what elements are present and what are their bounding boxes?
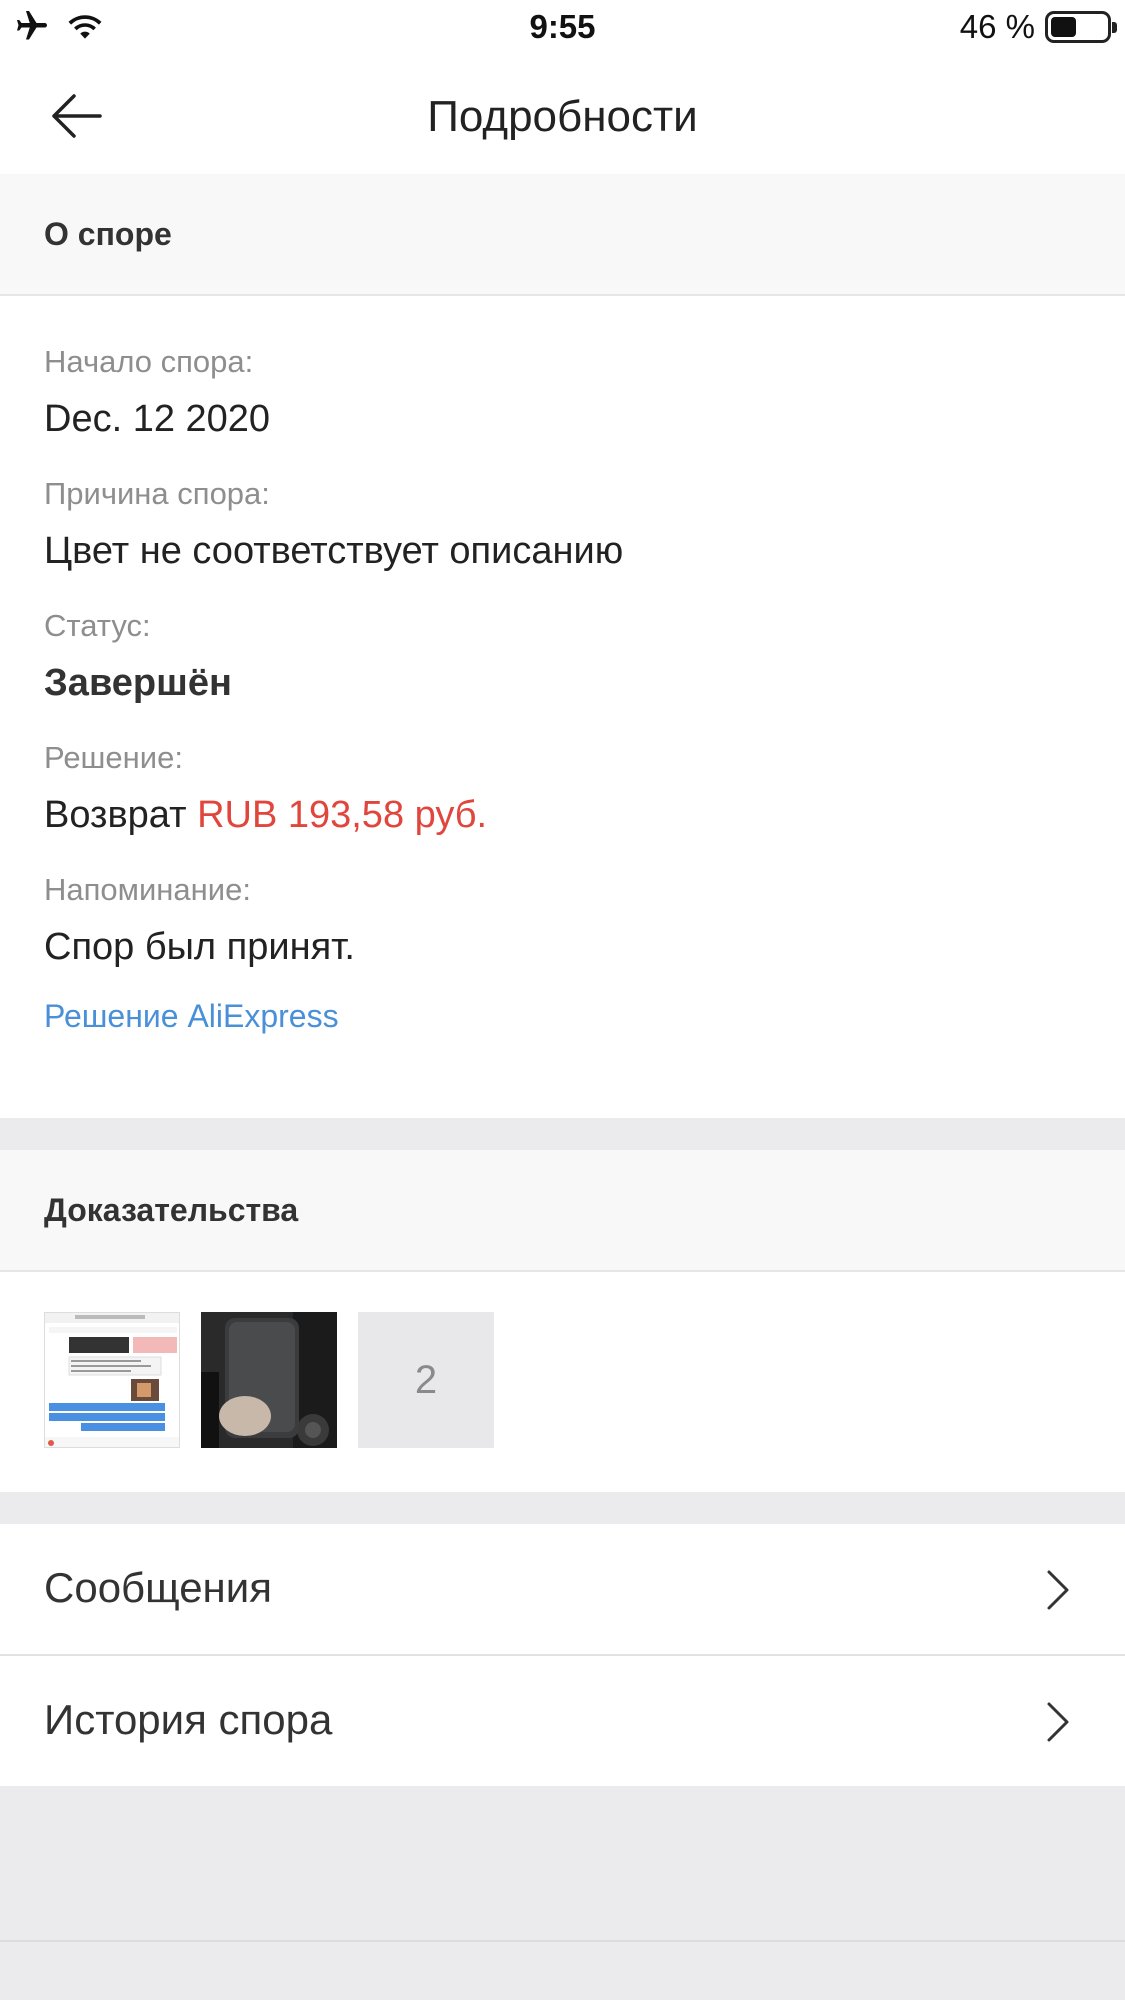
page-title: Подробности	[427, 92, 698, 141]
status-bar: 9:55 46 %	[0, 0, 1125, 58]
evidence-thumbnail-phone-photo[interactable]	[201, 1312, 337, 1448]
evidence-more-count[interactable]: 2	[358, 1312, 494, 1448]
evidence-section-title: Доказательства	[44, 1192, 299, 1228]
start-label: Начало спора:	[44, 344, 254, 379]
bottom-divider	[0, 1940, 1125, 1942]
reason-label: Причина спора:	[44, 476, 270, 511]
chevron-right-icon	[1047, 1702, 1069, 1742]
decision-prefix: Возврат	[44, 794, 187, 836]
decision-label: Решение:	[44, 740, 183, 775]
evidence-thumbnail-chat-screenshot[interactable]	[44, 1312, 180, 1448]
chat-screenshot-image	[45, 1313, 179, 1447]
status-label: Статус:	[44, 608, 151, 643]
reason-value: Цвет не соответствует описанию	[44, 530, 624, 572]
dispute-history-label: История спора	[44, 1696, 333, 1743]
evidence-gallery: 2	[0, 1272, 1125, 1492]
refund-amount: RUB 193,58 руб.	[197, 794, 488, 836]
evidence-section-header: Доказательства	[0, 1150, 1125, 1272]
reminder-value: Спор был принят.	[44, 926, 355, 968]
battery-fill	[1051, 17, 1076, 37]
dispute-section-header: О споре	[0, 174, 1125, 296]
aliexpress-decision-link[interactable]: Решение AliExpress	[44, 998, 339, 1035]
dispute-section-title: О споре	[44, 216, 172, 252]
dispute-history-row[interactable]: История спора	[0, 1656, 1125, 1786]
messages-label: Сообщения	[44, 1564, 272, 1611]
status-time: 9:55	[529, 8, 596, 45]
battery-icon	[1045, 11, 1117, 43]
phone-photo-image	[201, 1312, 337, 1448]
chevron-right-icon	[1047, 1570, 1069, 1610]
dispute-info: Начало спора: Dec. 12 2020 Причина спора…	[0, 296, 1125, 1118]
messages-row[interactable]: Сообщения	[0, 1524, 1125, 1654]
start-value: Dec. 12 2020	[44, 398, 271, 440]
status-right: 46 %	[959, 8, 1117, 46]
navigation-bar: Подробности	[0, 58, 1125, 174]
battery-percentage: 46 %	[959, 8, 1035, 45]
decision-value: Возврат RUB 193,58 руб.	[44, 794, 487, 837]
reminder-label: Напоминание:	[44, 872, 251, 907]
status-value: Завершён	[44, 662, 232, 704]
